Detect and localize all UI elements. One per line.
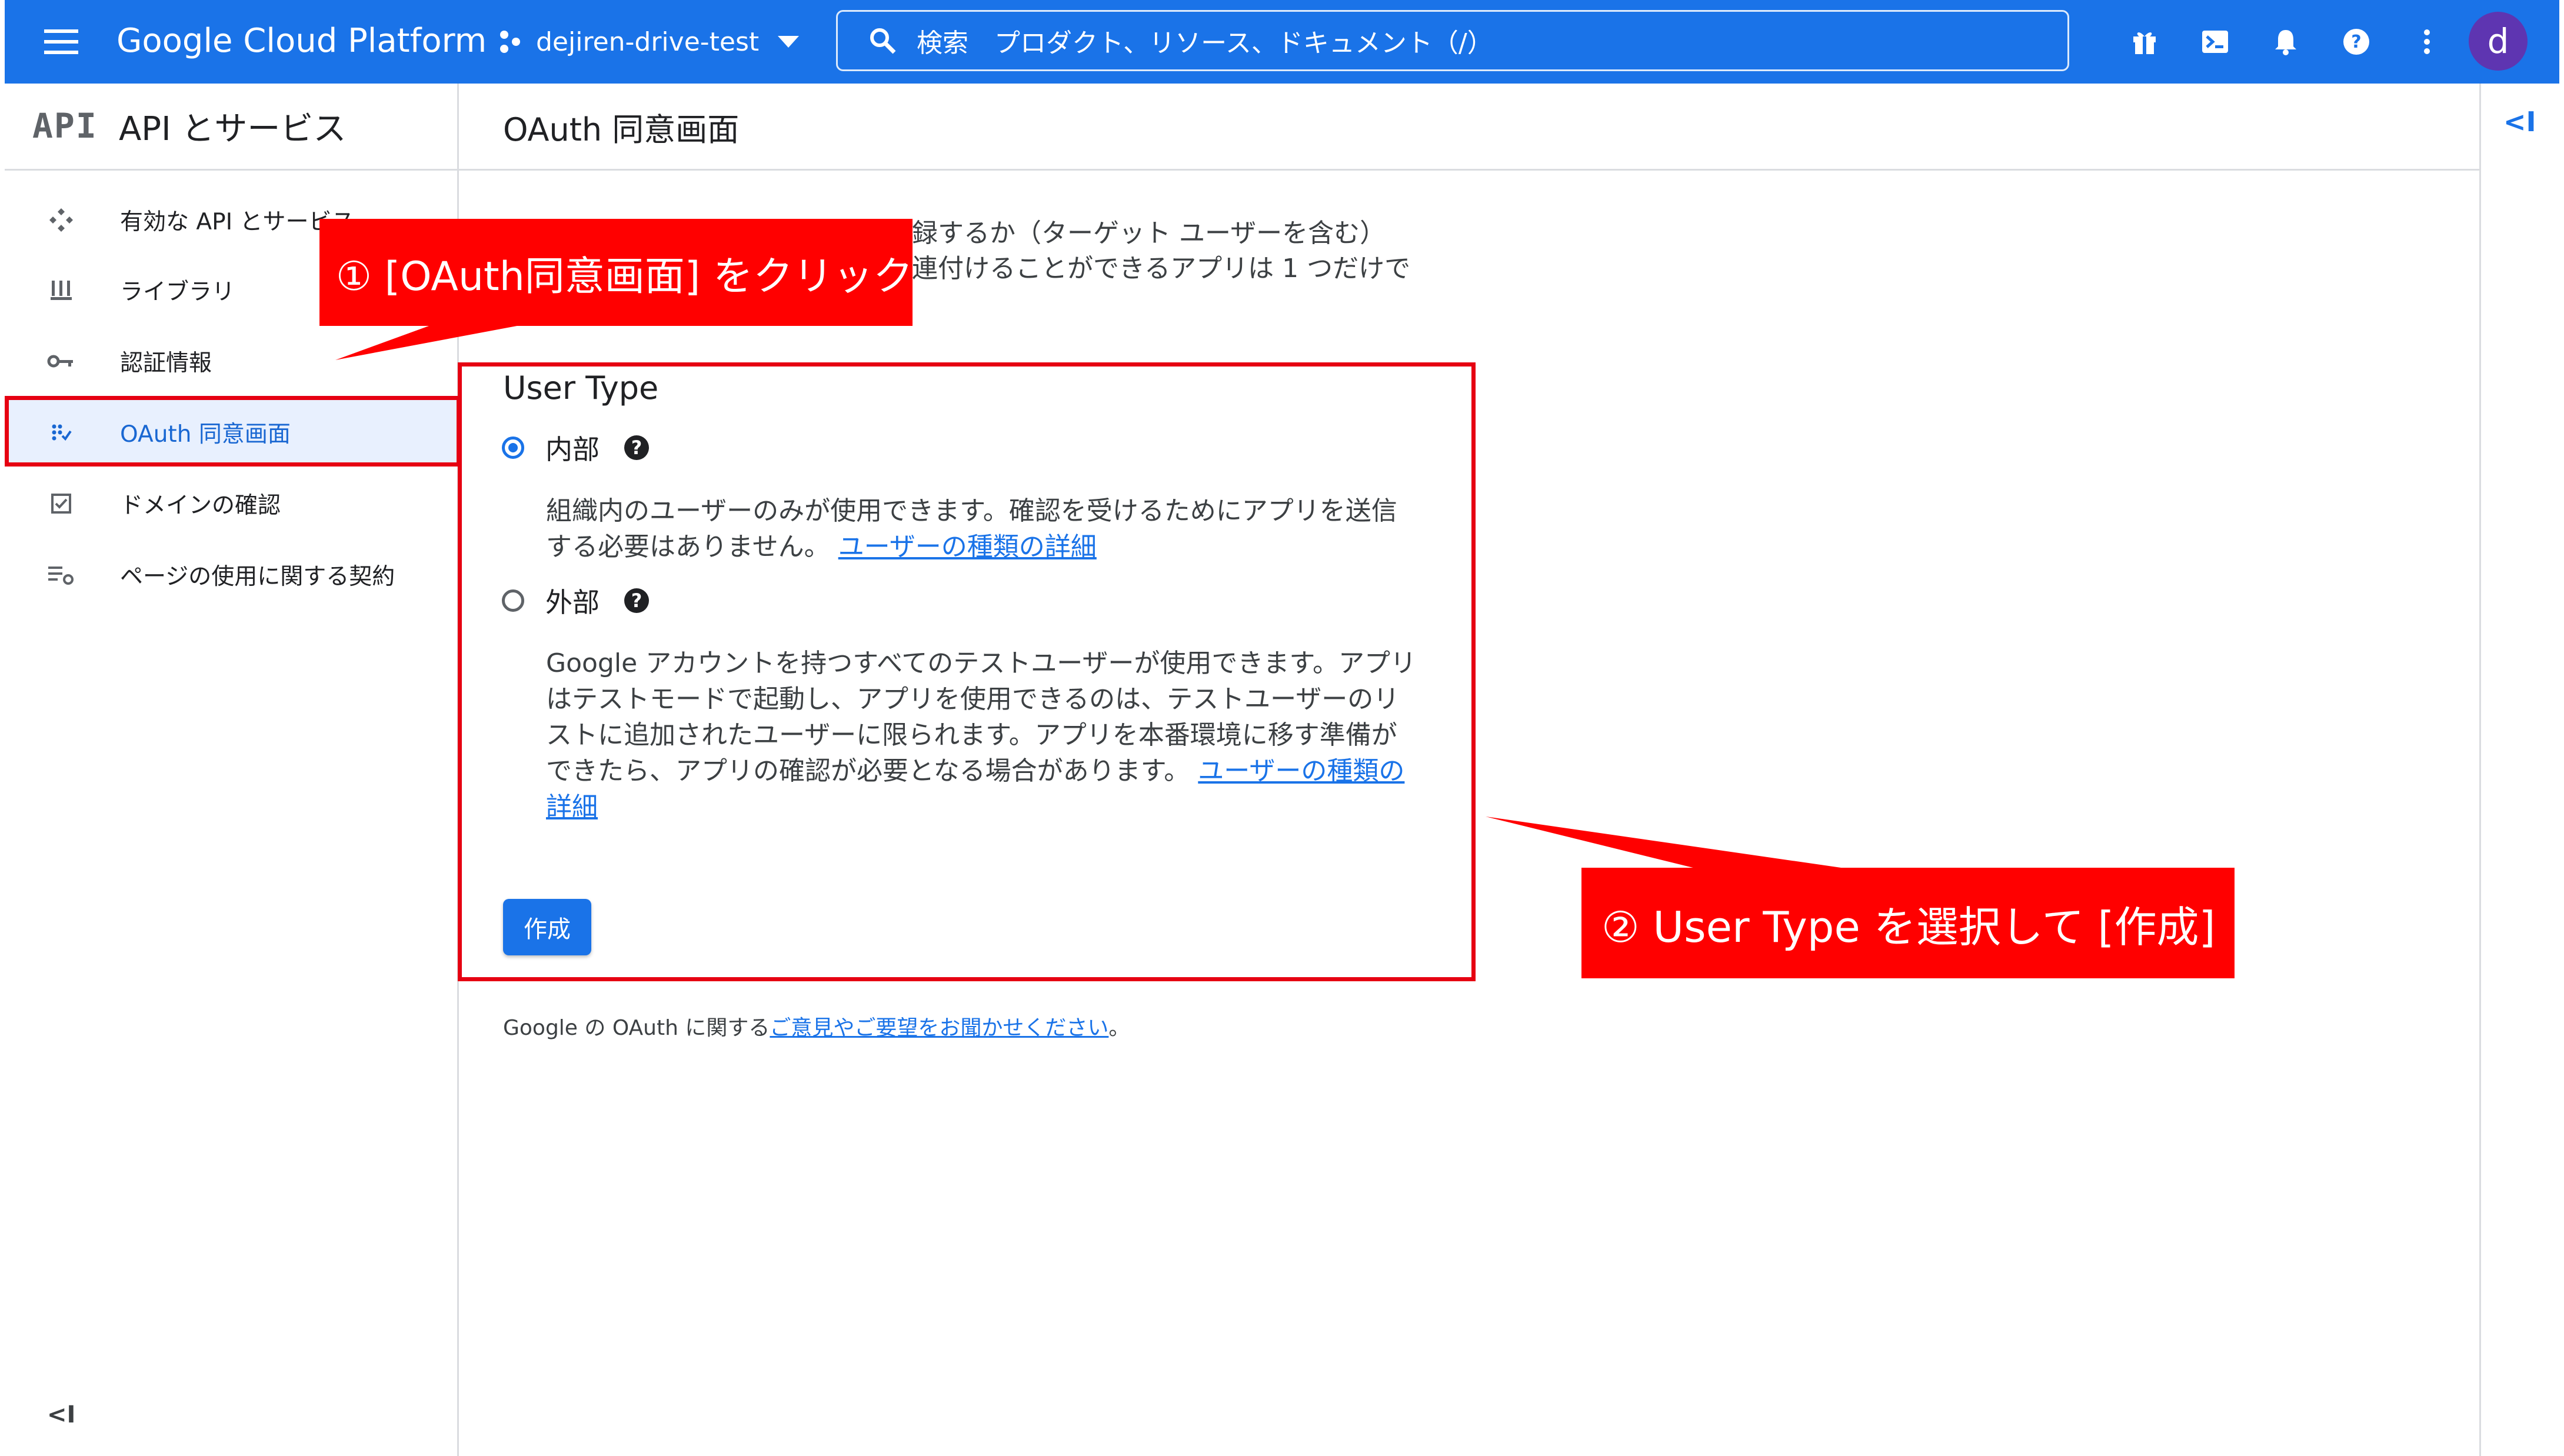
annotation-callout-1: ① [OAuth同意画面] をクリック: [319, 219, 913, 326]
annotation-callout-2: ② User Type を選択して [作成]: [1581, 868, 2235, 978]
callout1-pointer: [335, 324, 530, 360]
callout2-pointer: [1486, 817, 1853, 869]
